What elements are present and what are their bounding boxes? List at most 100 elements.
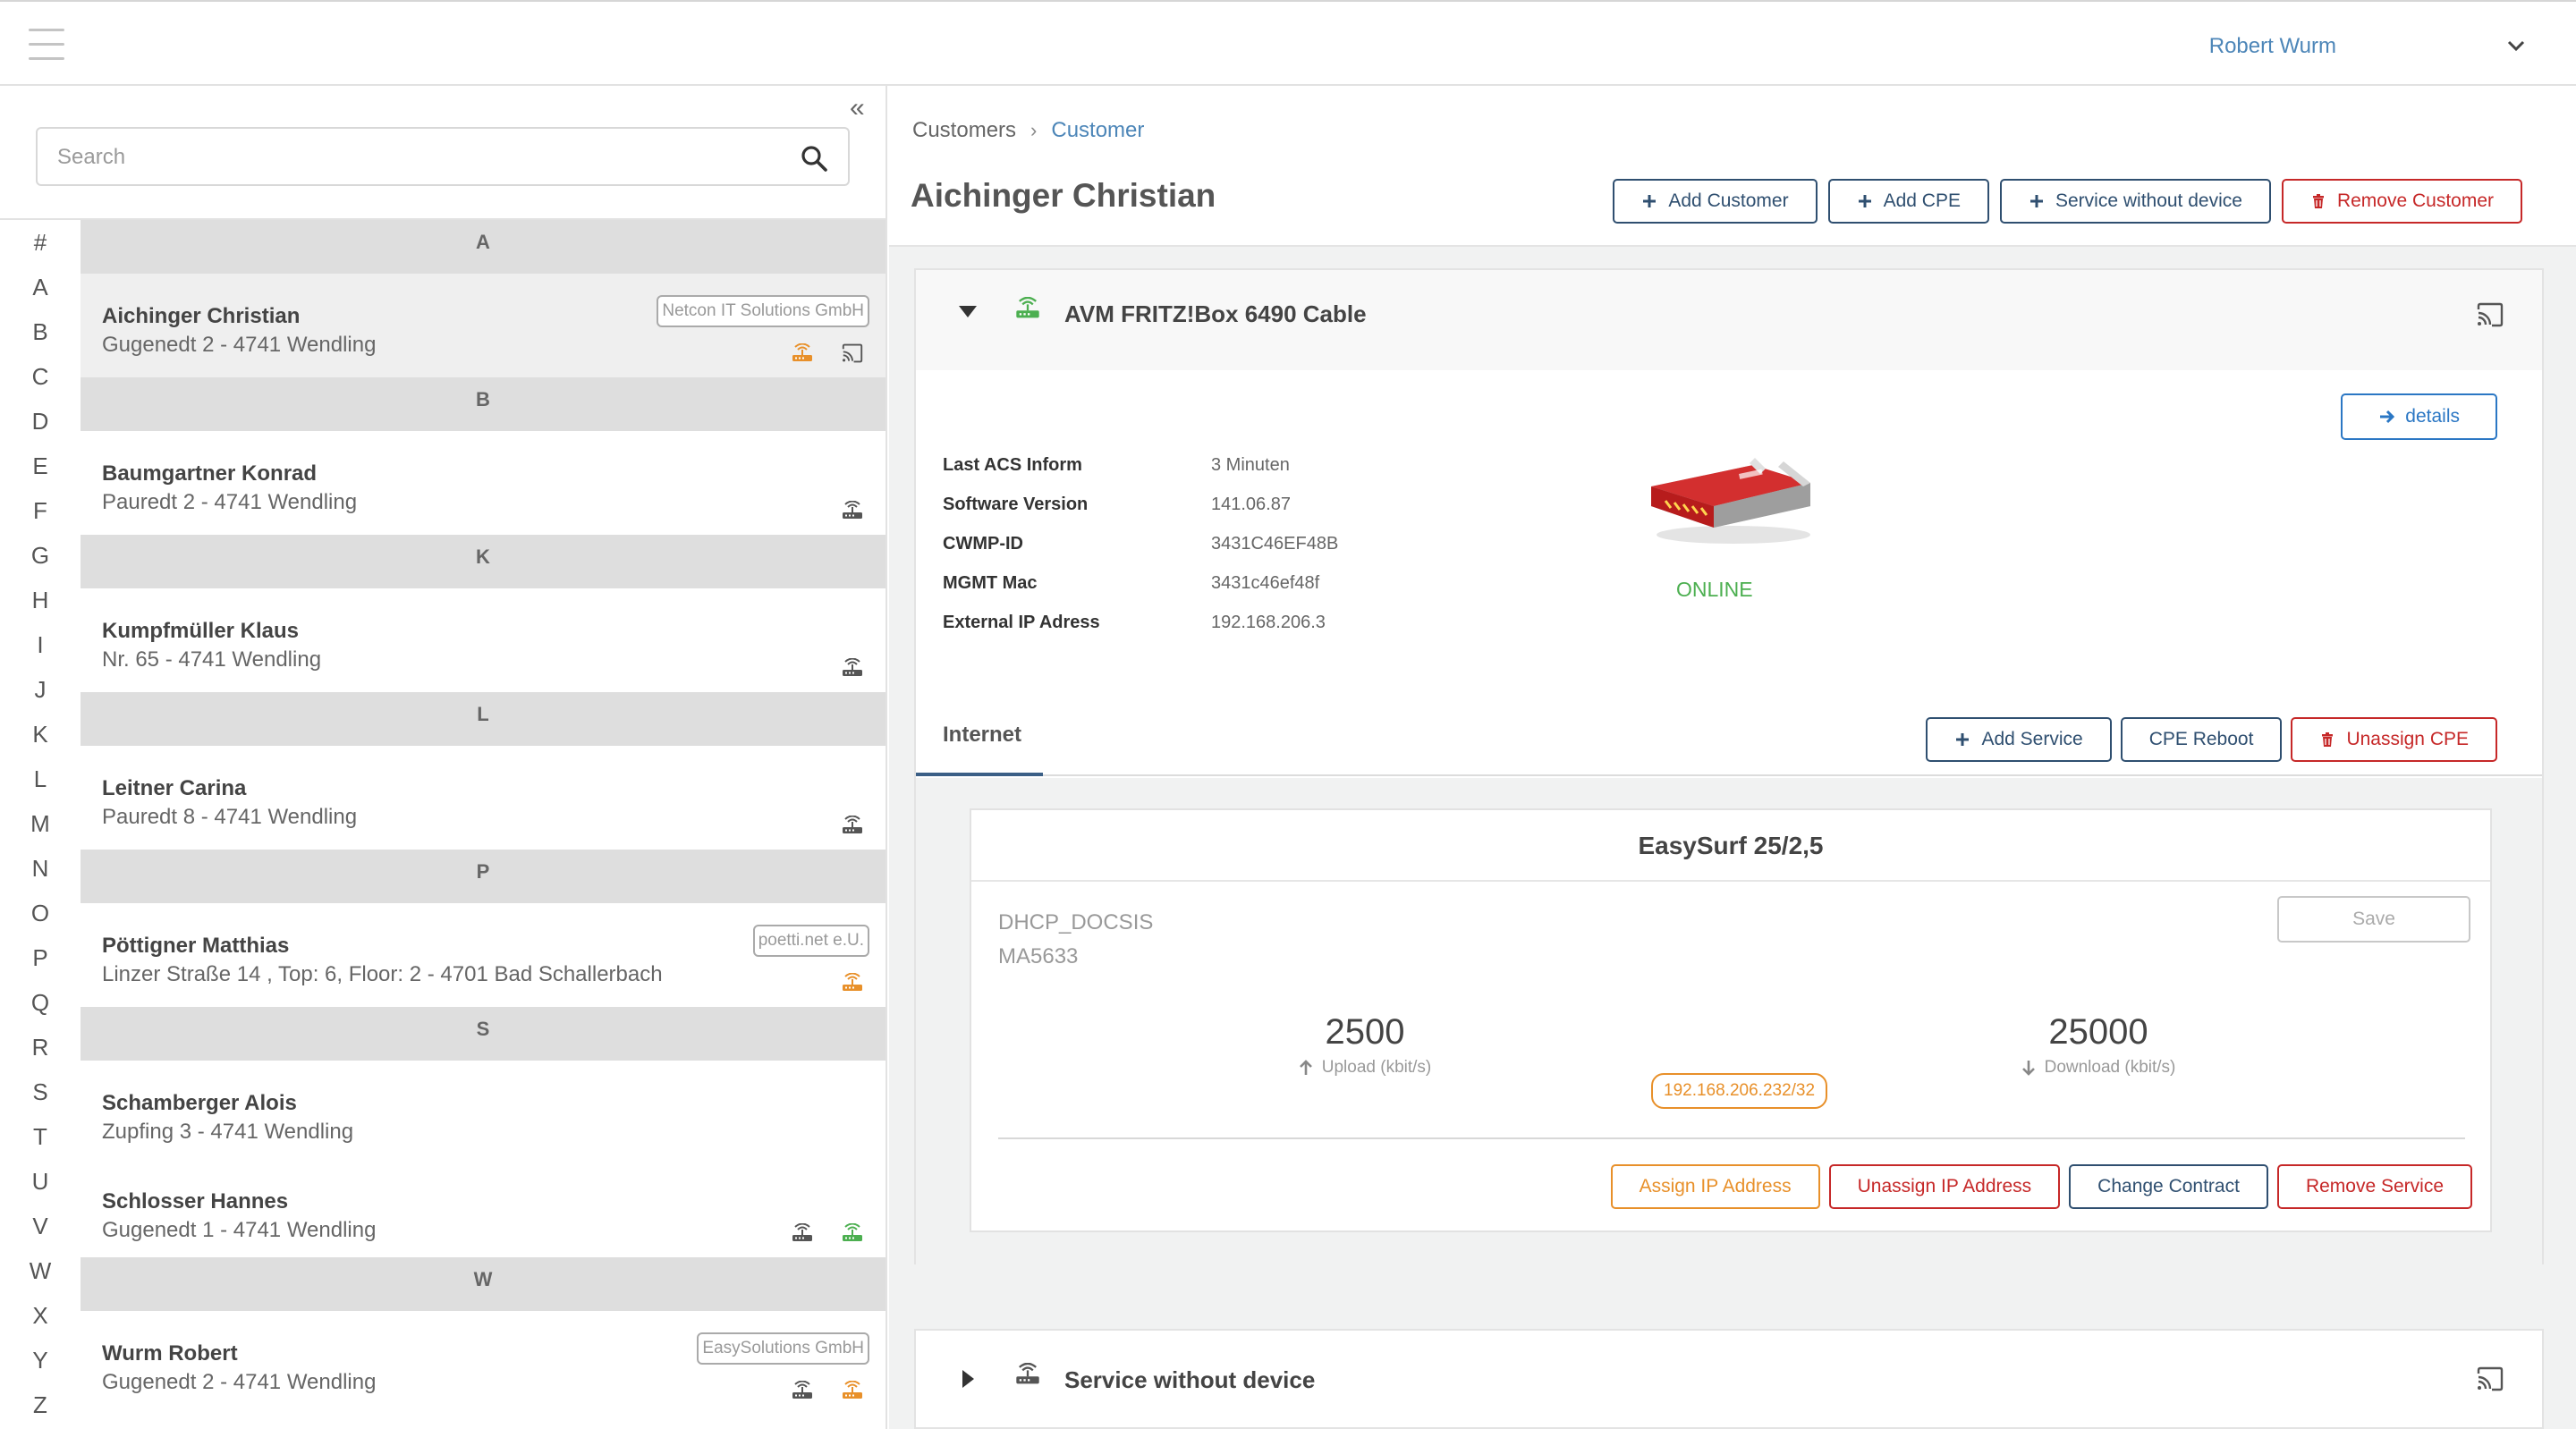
alpha-c[interactable]: C (0, 354, 80, 399)
breadcrumb-customers[interactable]: Customers (912, 118, 1016, 143)
tab-internet[interactable]: Internet (943, 723, 1021, 748)
customer-name: Schlosser Hannes (102, 1189, 289, 1213)
info-value: 192.168.206.3 (1211, 612, 1326, 632)
list-item[interactable]: Schlosser Hannes Gugenedt 1 - 4741 Wendl… (80, 1159, 886, 1257)
router-icon (791, 1223, 814, 1243)
cpe-reboot-button[interactable]: CPE Reboot (2120, 717, 2283, 762)
unassign-cpe-button[interactable]: Unassign CPE (2291, 717, 2497, 762)
service-without-device-card[interactable]: Service without device (914, 1329, 2544, 1429)
customer-address: Linzer Straße 14 , Top: 6, Floor: 2 - 47… (102, 962, 663, 986)
search-input[interactable] (57, 143, 773, 172)
assign-ip-button[interactable]: Assign IP Address (1610, 1164, 1820, 1209)
caret-down-icon[interactable] (959, 306, 977, 318)
alpha-u[interactable]: U (0, 1159, 80, 1204)
alpha-j[interactable]: J (0, 667, 80, 712)
customer-panel: « # A B C D E F G H I J K L M N O P Q R … (0, 86, 887, 1429)
trash-icon (2319, 731, 2335, 748)
list-item[interactable]: Pöttigner Matthias Linzer Straße 14 , To… (80, 903, 886, 1007)
service-without-device-button[interactable]: Service without device (2000, 179, 2271, 224)
remove-service-button[interactable]: Remove Service (2276, 1164, 2472, 1209)
hamburger-menu-icon[interactable] (29, 29, 64, 61)
alpha-y[interactable]: Y (0, 1338, 80, 1382)
alpha-v[interactable]: V (0, 1204, 80, 1248)
alpha-d[interactable]: D (0, 399, 80, 444)
letter-header-k: K (80, 535, 886, 588)
letter-header-a: A (80, 220, 886, 274)
unassign-ip-label: Unassign IP Address (1857, 1176, 2032, 1196)
list-item[interactable]: Kumpfmüller Klaus Nr. 65 - 4741 Wendling (80, 588, 886, 692)
chevron-down-icon[interactable] (2506, 36, 2526, 55)
alpha-s[interactable]: S (0, 1070, 80, 1114)
arrow-right-icon (2380, 410, 2395, 424)
alpha-o[interactable]: O (0, 891, 80, 935)
arrow-up-icon (1299, 1060, 1312, 1075)
unassign-ip-button[interactable]: Unassign IP Address (1828, 1164, 2061, 1209)
alpha-n[interactable]: N (0, 846, 80, 891)
alpha-m[interactable]: M (0, 801, 80, 846)
add-service-button[interactable]: Add Service (1926, 717, 2112, 762)
alpha-i[interactable]: I (0, 622, 80, 667)
list-item[interactable]: Aichinger Christian Gugenedt 2 - 4741 We… (80, 274, 886, 377)
remove-customer-label: Remove Customer (2336, 190, 2494, 211)
list-item[interactable]: Baumgartner Konrad Pauredt 2 - 4741 Wend… (80, 431, 886, 535)
add-customer-label: Add Customer (1668, 190, 1789, 211)
info-key: Software Version (943, 494, 1089, 514)
alpha-b[interactable]: B (0, 309, 80, 354)
assign-ip-label: Assign IP Address (1639, 1176, 1792, 1196)
info-row: CWMP-ID 3431C46EF48B (943, 524, 1338, 563)
router-icon (841, 816, 864, 835)
active-tab-indicator (916, 773, 1043, 776)
add-cpe-button[interactable]: Add CPE (1827, 179, 1989, 224)
list-item[interactable]: Schamberger Alois Zupfing 3 - 4741 Wendl… (80, 1061, 886, 1159)
reseller-tag: EasySolutions GmbH (697, 1332, 869, 1365)
change-contract-button[interactable]: Change Contract (2069, 1164, 2268, 1209)
alpha-r[interactable]: R (0, 1025, 80, 1070)
alpha-x[interactable]: X (0, 1293, 80, 1338)
list-item[interactable]: Leitner Carina Pauredt 8 - 4741 Wendling (80, 746, 886, 850)
letter-header-l: L (80, 692, 886, 746)
ip-address-badge[interactable]: 192.168.206.232/32 (1651, 1073, 1828, 1109)
cast-icon[interactable] (2476, 1366, 2504, 1391)
download-value: 25000 (2048, 1012, 2148, 1052)
remove-customer-button[interactable]: Remove Customer (2281, 179, 2522, 224)
alpha-k[interactable]: K (0, 712, 80, 757)
alpha-e[interactable]: E (0, 444, 80, 488)
search-box (36, 127, 850, 186)
save-button[interactable]: Save (2277, 896, 2470, 943)
alpha-h[interactable]: H (0, 578, 80, 622)
alpha-t[interactable]: T (0, 1114, 80, 1159)
alpha-p[interactable]: P (0, 935, 80, 980)
breadcrumb-current[interactable]: Customer (1051, 118, 1144, 143)
cpe-reboot-label: CPE Reboot (2148, 729, 2254, 749)
add-customer-button[interactable]: Add Customer (1613, 179, 1818, 224)
alpha-hash[interactable]: # (0, 220, 80, 265)
device-name: AVM FRITZ!Box 6490 Cable (1064, 300, 1367, 327)
divider (998, 1137, 2465, 1139)
details-label: details (2405, 406, 2460, 427)
device-header[interactable]: AVM FRITZ!Box 6490 Cable (916, 270, 2542, 370)
device-image (1651, 458, 1810, 544)
device-icons (841, 973, 864, 993)
service-without-device-title: Service without device (1064, 1366, 1316, 1393)
alpha-z[interactable]: Z (0, 1382, 80, 1427)
device-icons (791, 343, 864, 363)
alpha-g[interactable]: G (0, 533, 80, 578)
list-item[interactable]: Wurm Robert Gugenedt 2 - 4741 Wendling E… (80, 1311, 886, 1415)
caret-right-icon[interactable] (962, 1370, 975, 1388)
alpha-w[interactable]: W (0, 1248, 80, 1293)
tab-actions: Add Service CPE Reboot Unassign CPE (1926, 717, 2497, 762)
cast-icon[interactable] (2476, 302, 2504, 327)
collapse-panel-icon[interactable]: « (850, 95, 865, 122)
download-metric: 25000 Download (kbit/s) (2000, 1012, 2197, 1078)
alpha-a[interactable]: A (0, 265, 80, 309)
user-name[interactable]: Robert Wurm (2209, 34, 2336, 59)
detail-header: Customers › Customer Aichinger Christian… (889, 86, 2576, 247)
router-icon (841, 501, 864, 520)
add-cpe-label: Add CPE (1883, 190, 1961, 211)
alpha-l[interactable]: L (0, 757, 80, 801)
alpha-q[interactable]: Q (0, 980, 80, 1025)
search-icon[interactable] (800, 144, 828, 173)
router-icon (791, 1381, 814, 1400)
details-button[interactable]: details (2341, 393, 2497, 440)
alpha-f[interactable]: F (0, 488, 80, 533)
